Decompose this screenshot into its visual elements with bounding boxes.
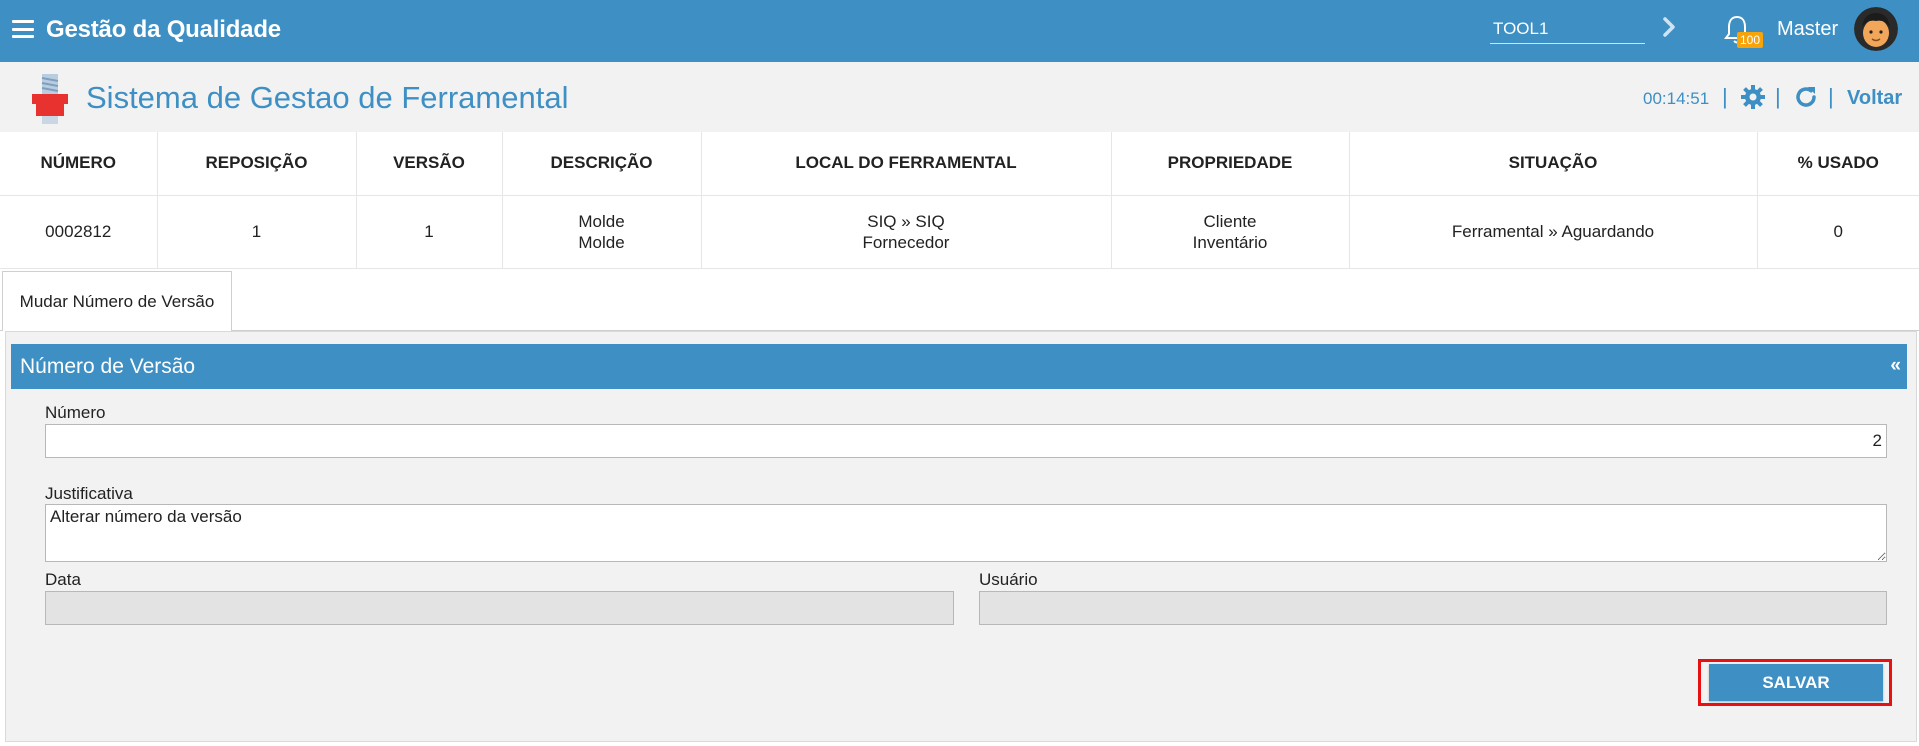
column-header-descricao[interactable]: DESCRIÇÃO — [502, 132, 702, 196]
top-bar: Gestão da Qualidade 100 Master — [0, 0, 1919, 62]
tab-mudar-numero-versao[interactable]: Mudar Número de Versão — [2, 271, 232, 331]
tool-logo-icon — [32, 74, 68, 124]
separator: | — [1828, 84, 1834, 109]
page-title: Sistema de Gestao de Ferramental — [86, 80, 569, 115]
cell-local-line: SIQ » SIQ — [867, 211, 945, 231]
back-link[interactable]: Voltar — [1847, 87, 1902, 110]
numero-input[interactable] — [45, 424, 1887, 458]
cell-numero: 0002812 — [0, 195, 158, 269]
cell-descricao-line: Molde — [578, 232, 625, 252]
page-header: Sistema de Gestao de Ferramental 00:14:5… — [0, 62, 1919, 132]
panel-title: Número de Versão — [20, 355, 196, 378]
table-header-row: NÚMERO REPOSIÇÃO VERSÃO DESCRIÇÃO LOCAL … — [0, 132, 1919, 196]
table-row: 0002812 1 1 Molde Molde SIQ » SIQ Fornec… — [0, 195, 1919, 269]
cell-versao: 1 — [356, 195, 503, 269]
column-header-propriedade[interactable]: PROPRIEDADE — [1111, 132, 1350, 196]
cell-propriedade-line: Cliente — [1203, 211, 1257, 231]
menu-icon[interactable] — [12, 20, 34, 38]
collapse-icon[interactable]: « — [1890, 355, 1901, 377]
column-header-versao[interactable]: VERSÃO — [356, 132, 503, 196]
cell-reposicao: 1 — [157, 195, 357, 269]
column-header-usado[interactable]: % USADO — [1757, 132, 1919, 196]
cell-descricao-line: Molde — [578, 211, 625, 231]
gear-icon[interactable] — [1740, 84, 1766, 110]
app-title: Gestão da Qualidade — [46, 16, 281, 43]
clock: 00:14:51 — [1643, 89, 1710, 108]
cell-propriedade-line: Inventário — [1192, 232, 1268, 252]
numero-label: Número — [45, 403, 106, 422]
notification-badge[interactable]: 100 — [1737, 32, 1764, 48]
usuario-field — [979, 591, 1887, 625]
data-field — [45, 591, 954, 625]
user-name[interactable]: Master — [1777, 18, 1838, 41]
column-header-situacao[interactable]: SITUAÇÃO — [1349, 132, 1758, 196]
search-input[interactable] — [1490, 14, 1645, 44]
data-label: Data — [45, 570, 81, 589]
separator: | — [1722, 84, 1728, 109]
column-header-reposicao[interactable]: REPOSIÇÃO — [157, 132, 357, 196]
cell-propriedade: Cliente Inventário — [1111, 195, 1350, 269]
cell-usado: 0 — [1757, 195, 1919, 269]
tool-info-table: NÚMERO REPOSIÇÃO VERSÃO DESCRIÇÃO LOCAL … — [0, 132, 1919, 269]
avatar[interactable] — [1854, 7, 1898, 51]
justificativa-textarea[interactable]: Alterar número da versão — [45, 504, 1887, 562]
column-header-numero[interactable]: NÚMERO — [0, 132, 158, 196]
cell-situacao: Ferramental » Aguardando — [1349, 195, 1758, 269]
usuario-label: Usuário — [979, 570, 1038, 589]
save-button[interactable]: SALVAR — [1709, 664, 1883, 701]
column-header-local[interactable]: LOCAL DO FERRAMENTAL — [701, 132, 1112, 196]
refresh-icon[interactable] — [1793, 84, 1819, 110]
chevron-right-icon[interactable] — [1660, 14, 1680, 40]
panel-header: Número de Versão « — [11, 344, 1907, 389]
cell-descricao: Molde Molde — [502, 195, 702, 269]
separator: | — [1775, 84, 1781, 109]
cell-local: SIQ » SIQ Fornecedor — [701, 195, 1112, 269]
cell-local-line: Fornecedor — [862, 232, 950, 252]
justificativa-label: Justificativa — [45, 484, 133, 503]
